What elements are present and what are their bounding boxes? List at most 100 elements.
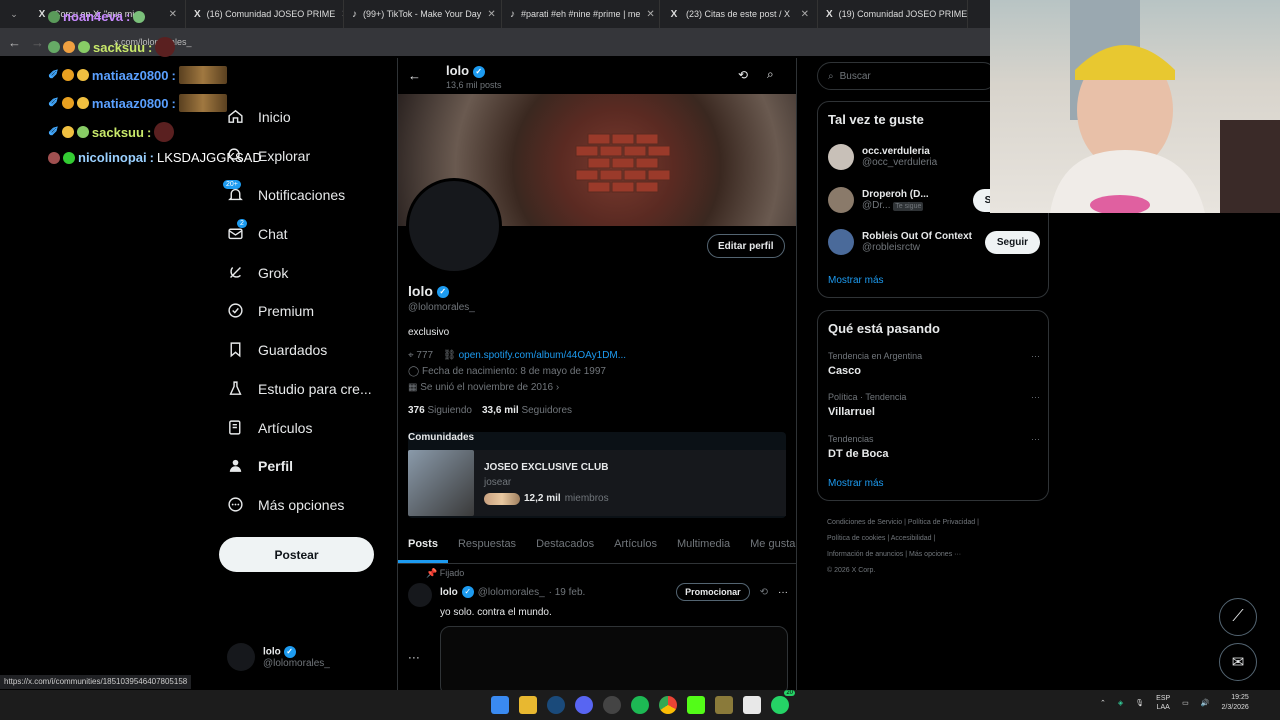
account-switcher[interactable]: lolo ✓ @lolomorales_ ··· [227, 643, 420, 671]
browser-tab[interactable]: X (23) Citas de este post / X ✕ [660, 0, 818, 28]
tab-posts[interactable]: Posts [398, 530, 448, 563]
following-link[interactable]: 376 Siguiendo [408, 405, 472, 416]
close-tab-icon[interactable]: ✕ [169, 9, 177, 20]
tab-respuestas[interactable]: Respuestas [448, 530, 526, 563]
notepad-icon[interactable] [743, 696, 761, 714]
suggestion-item[interactable]: Robleis Out Of Context @robleisrctw Segui… [828, 229, 1040, 255]
nav-item-notificaciones[interactable]: Notificaciones 20+ [223, 180, 345, 203]
close-tab-icon[interactable]: ✕ [487, 9, 495, 20]
suggestion-item[interactable]: occ.verduleria @occ_verduleria [828, 144, 937, 170]
grok-float-button[interactable]: ⟋ [1219, 598, 1257, 636]
grok-icon[interactable]: ⟲ [738, 68, 748, 82]
more-icon[interactable]: ··· [1031, 434, 1040, 444]
tab-menu-icon[interactable]: ⌄ [0, 9, 28, 20]
profile-joined[interactable]: Se unió el noviembre de 2016 [420, 382, 553, 393]
trends-title: Qué está pasando [828, 321, 940, 336]
post-author[interactable]: lolo [440, 587, 458, 598]
minecraft-icon[interactable] [715, 696, 733, 714]
nav-item-perfil[interactable]: Perfil [227, 457, 293, 474]
tab-me-gusta[interactable]: Me gusta [740, 530, 796, 563]
volume-icon[interactable]: 🔊 [1201, 699, 1210, 707]
trend-item[interactable]: Tendencia en Argentina Casco ··· [828, 351, 1040, 377]
browser-tab[interactable]: ♪ (99+) TikTok - Make Your Day ✕ [344, 0, 502, 28]
windows-start-icon[interactable] [491, 696, 509, 714]
tab-articulos[interactable]: Artículos [604, 530, 667, 563]
close-tab-icon[interactable]: ✕ [801, 9, 809, 20]
browser-tab[interactable]: ♪ #parati #eh #nine #prime | me ✕ [502, 0, 660, 28]
nav-item-premium[interactable]: Premium [227, 302, 314, 319]
footer-link[interactable]: Accesibilidad [891, 535, 932, 542]
chrome-icon[interactable] [659, 696, 677, 714]
profile-link[interactable]: open.spotify.com/album/44OAy1DM... [459, 350, 627, 361]
nav-item-explorar[interactable]: Explorar [227, 147, 310, 164]
more-icon[interactable]: ··· [1031, 392, 1040, 402]
suggestions-title: Tal vez te guste [828, 112, 924, 127]
chevron-up-icon[interactable]: ⌃ [1100, 699, 1106, 707]
follow-button[interactable]: Seguir [984, 230, 1040, 254]
post-date[interactable]: · 19 feb. [549, 587, 586, 598]
tab-title: #parati #eh #nine #prime | me [521, 9, 641, 19]
shield-icon[interactable]: ◈ [1118, 699, 1123, 707]
nav-item-chat[interactable]: Chat 2 [227, 219, 288, 242]
forward-arrow-icon[interactable]: → [31, 35, 44, 50]
search-icon[interactable]: ⌕ [767, 67, 774, 82]
verified-icon: ✓ [472, 65, 485, 78]
nav-item-mas-opciones[interactable]: Más opciones [227, 496, 344, 513]
discord-icon[interactable] [575, 696, 593, 714]
show-more-link[interactable]: Mostrar más [828, 275, 884, 286]
footer-link[interactable]: Condiciones de Servicio [827, 519, 902, 526]
tab-destacados[interactable]: Destacados [526, 530, 604, 563]
clock[interactable]: 19:25 2/3/2026 [1222, 693, 1249, 713]
more-icon[interactable]: ··· [778, 587, 788, 598]
profile-avatar[interactable] [406, 178, 502, 274]
grok-icon [230, 267, 241, 278]
whatsapp-icon[interactable]: 20 [771, 690, 795, 714]
trends-card: Qué está pasando Tendencia en Argentina C… [817, 310, 1049, 501]
footer-link[interactable]: Política de Privacidad [908, 519, 975, 526]
premium-icon [228, 303, 243, 318]
copyright: © 2026 X Corp. [827, 567, 876, 574]
back-arrow-icon[interactable]: ← [408, 68, 421, 83]
more-icon[interactable]: ··· [1031, 351, 1040, 361]
pinned-post[interactable]: 📌 Fijado lolo ✓ @lolomorales_ · 19 feb. P… [408, 568, 788, 690]
trend-item[interactable]: Tendencias DT de Boca ··· [828, 434, 1040, 460]
steam-icon[interactable] [547, 696, 565, 714]
badge-icon [48, 41, 60, 53]
close-tab-icon[interactable]: ✕ [646, 9, 654, 20]
microphone-icon[interactable]: 🎙 [1135, 699, 1144, 707]
nav-item-estudio[interactable]: Estudio para cre... [227, 380, 372, 397]
language-indicator[interactable]: ESP LAA [1156, 694, 1170, 712]
followers-link[interactable]: 33,6 mil Seguidores [482, 405, 572, 416]
chat-message: ✐ matiaaz0800: [48, 66, 227, 84]
browser-tab[interactable]: X(16) Comunidad JOSEO PRIME✕ [186, 0, 344, 28]
messages-float-button[interactable]: ✉ [1219, 643, 1257, 681]
trend-item[interactable]: Política · Tendencia Villarruel ··· [828, 392, 1040, 418]
spotify-icon[interactable] [631, 696, 649, 714]
tab-multimedia[interactable]: Multimedia [667, 530, 740, 563]
nav-item-articulos[interactable]: Artículos [227, 419, 312, 436]
community-card[interactable]: JOSEO EXCLUSIVE CLUB josear 12,2 mil mie… [408, 450, 786, 516]
profile-name: lolo [408, 283, 433, 299]
promote-button[interactable]: Promocionar [676, 583, 750, 601]
community-member-count: 12,2 mil [524, 493, 561, 504]
nav-item-grok[interactable]: Grok [227, 264, 288, 281]
trends-show-more-link[interactable]: Mostrar más [828, 478, 884, 489]
browser-tab[interactable]: X(19) Comunidad JOSEO PRIME✕ [818, 0, 968, 28]
nav-item-inicio[interactable]: Inicio [227, 108, 291, 125]
avatar [227, 643, 255, 671]
search-box[interactable]: ⌕ Buscar [817, 62, 997, 90]
footer-link[interactable]: Más opciones ··· [909, 551, 961, 558]
footer-link[interactable]: Política de cookies [827, 535, 885, 542]
network-icon[interactable]: ▭ [1182, 699, 1189, 707]
post-button[interactable]: Postear [219, 537, 374, 572]
file-explorer-icon[interactable] [519, 696, 537, 714]
obs-icon[interactable] [603, 696, 621, 714]
post-media[interactable] [440, 626, 788, 690]
grok-icon[interactable]: ⟲ [760, 587, 768, 598]
kick-icon[interactable] [687, 696, 705, 714]
edit-profile-button[interactable]: Editar perfil [707, 234, 785, 258]
back-arrow-icon[interactable]: ← [8, 35, 21, 50]
footer-link[interactable]: Información de anuncios [827, 551, 903, 558]
following-count: 376 [408, 405, 425, 416]
nav-item-guardados[interactable]: Guardados [227, 341, 327, 358]
